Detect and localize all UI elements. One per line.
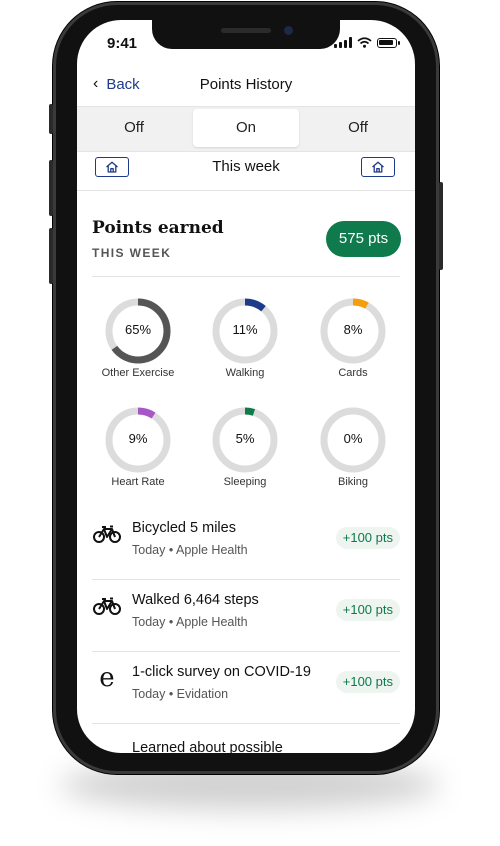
donut-percent: 9% — [128, 431, 148, 446]
donut-label: Sleeping — [223, 476, 267, 488]
donut-other-exercise: 65% Other Exercise — [88, 298, 188, 379]
activity-meta: Today • Evidation — [132, 687, 229, 701]
back-button[interactable]: ‹ Back — [93, 75, 140, 93]
chevron-left-icon: ‹ — [93, 75, 99, 92]
evidation-logo-icon: e — [99, 663, 115, 693]
volume-up-button — [49, 160, 53, 216]
app-screen: 9:41 ‹ Back Points History Off On Off Th… — [77, 20, 415, 753]
activity-item[interactable]: Bicycled 5 miles Today • Apple Health +1… — [92, 508, 400, 580]
donut-percent: 11% — [232, 322, 258, 337]
power-button — [439, 182, 443, 270]
donut-label: Cards — [338, 367, 368, 379]
donut-walking: 11% Walking — [195, 298, 295, 379]
donut-sleeping: 5% Sleeping — [195, 407, 295, 488]
donut-percent: 0% — [343, 431, 363, 446]
status-time: 9:41 — [107, 35, 138, 52]
activity-title: Bicycled 5 miles — [132, 520, 236, 536]
front-camera — [284, 26, 293, 35]
donut-heart-rate: 9% Heart Rate — [88, 407, 188, 488]
donut-biking: 0% Biking — [303, 407, 403, 488]
donut-label: Heart Rate — [111, 476, 165, 488]
activity-item[interactable]: Walked 6,464 steps Today • Apple Health … — [92, 580, 400, 652]
week-selector: This week — [77, 152, 415, 191]
activity-item[interactable]: e 1-click survey on COVID-19 Today • Evi… — [92, 652, 400, 724]
activity-title: 1-click survey on COVID-19 — [132, 664, 311, 680]
points-earned-title: Points earned — [92, 218, 224, 238]
donut-percent: 8% — [343, 322, 363, 337]
segment-off-right[interactable]: Off — [305, 109, 411, 147]
notch — [152, 20, 340, 49]
donut-percent: 65% — [124, 322, 152, 337]
mute-switch — [49, 104, 53, 134]
home-icon — [106, 161, 118, 173]
segment-off-left[interactable]: Off — [81, 109, 187, 147]
activity-title: Learned about possible — [132, 740, 283, 753]
activity-points-badge: +100 pts — [335, 671, 400, 693]
wifi-icon — [357, 37, 372, 48]
status-icons — [334, 37, 400, 48]
bike-icon — [92, 594, 122, 618]
donut-cards: 8% Cards — [303, 298, 403, 379]
segment-on[interactable]: On — [193, 109, 299, 147]
activity-meta: Today • Apple Health — [132, 615, 248, 629]
nav-bar: ‹ Back Points History — [77, 66, 415, 104]
home-icon — [372, 161, 384, 173]
donut-label: Other Exercise — [101, 367, 175, 379]
volume-down-button — [49, 228, 53, 284]
activity-meta: Today • Apple Health — [132, 543, 248, 557]
home-button-right[interactable] — [361, 157, 395, 177]
divider — [92, 276, 400, 277]
activity-points-badge: +100 pts — [335, 599, 400, 621]
battery-icon — [377, 37, 400, 48]
speaker — [221, 28, 271, 33]
activity-item[interactable]: Learned about possible — [92, 724, 400, 753]
activity-points-badge: +100 pts — [335, 527, 400, 549]
segmented-control: Off On Off — [77, 106, 415, 152]
back-label: Back — [106, 75, 140, 93]
bike-icon — [92, 522, 122, 546]
home-button-left[interactable] — [95, 157, 129, 177]
points-earned-subtitle: THIS WEEK — [92, 246, 172, 260]
donut-percent: 5% — [235, 431, 255, 446]
donut-label: Walking — [225, 367, 265, 379]
activity-title: Walked 6,464 steps — [132, 592, 259, 608]
signal-icon — [334, 37, 352, 48]
donut-label: Biking — [338, 476, 368, 488]
points-total-badge: 575 pts — [326, 221, 401, 257]
